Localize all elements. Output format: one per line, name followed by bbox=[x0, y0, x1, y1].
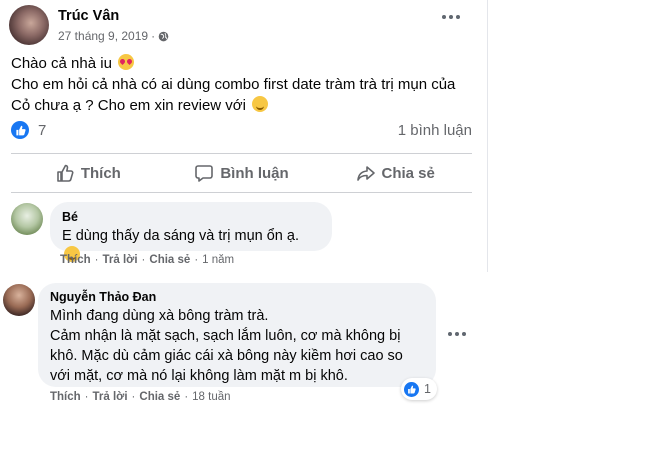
comment-reaction-badge[interactable]: 1 bbox=[401, 378, 437, 400]
heart-eyes-emoji-icon bbox=[118, 54, 135, 70]
separator: · bbox=[94, 254, 99, 266]
comment-button[interactable]: Bình luận bbox=[165, 155, 319, 191]
comment-bubble: Nguyễn Thảo Đan Mình đang dùng xà bông t… bbox=[38, 283, 436, 387]
comment-line: Cảm nhận là mặt sạch, sạch lắm luôn, cơ … bbox=[50, 328, 401, 344]
comment-label: Bình luận bbox=[220, 164, 289, 182]
post-content: Chào cả nhà iu Cho em hỏi cả nhà có ai d… bbox=[11, 53, 481, 116]
globe-icon[interactable] bbox=[158, 31, 169, 42]
meta-separator: · bbox=[151, 29, 156, 43]
divider bbox=[11, 153, 472, 154]
separator: · bbox=[84, 391, 89, 403]
comment-share-link[interactable]: Chia sẻ bbox=[149, 254, 190, 266]
commenter-avatar[interactable] bbox=[11, 203, 43, 235]
separator: · bbox=[194, 254, 199, 266]
reaction-count: 1 bbox=[424, 382, 431, 396]
post-meta: 27 tháng 9, 2019 · bbox=[58, 29, 169, 43]
post-line-3: Cỏ chưa ạ ? Cho em xin review với bbox=[11, 97, 246, 114]
post-stats: 7 1 bình luận bbox=[11, 120, 472, 142]
like-reaction-icon bbox=[404, 381, 419, 397]
comment-actions: Thích · Trả lời · Chia sẻ · 1 năm bbox=[60, 254, 234, 266]
post-line-1: Chào cả nhà iu bbox=[11, 55, 112, 72]
thumbs-up-icon bbox=[57, 164, 74, 182]
share-label: Chia sẻ bbox=[381, 164, 435, 182]
post-card: Trúc Vân 27 tháng 9, 2019 · Chào cả nhà … bbox=[0, 0, 485, 272]
commenter-name[interactable]: Bé bbox=[62, 210, 320, 224]
comment-like-link[interactable]: Thích bbox=[60, 254, 91, 266]
comment-line: Mình đang dùng xà bông tràm trà. bbox=[50, 308, 269, 324]
post-author[interactable]: Trúc Vân bbox=[58, 8, 119, 24]
share-button[interactable]: Chia sẻ bbox=[318, 155, 472, 191]
separator: · bbox=[141, 254, 146, 266]
more-options-icon[interactable] bbox=[442, 15, 460, 19]
comment-icon bbox=[195, 165, 214, 182]
comment-like-link[interactable]: Thích bbox=[50, 391, 81, 403]
like-button[interactable]: Thích bbox=[11, 155, 165, 191]
like-reaction-icon[interactable] bbox=[11, 121, 29, 139]
panel-border bbox=[487, 0, 488, 272]
comment-text: E dùng thấy da sáng và trị mụn ổn ạ. bbox=[62, 228, 299, 244]
share-icon bbox=[356, 166, 375, 181]
separator: · bbox=[184, 391, 189, 403]
divider bbox=[11, 192, 472, 193]
like-count[interactable]: 7 bbox=[38, 122, 46, 139]
post-actions: Thích Bình luận Chia sẻ bbox=[11, 155, 472, 191]
commenter-avatar[interactable] bbox=[3, 284, 35, 316]
comment-count[interactable]: 1 bình luận bbox=[398, 122, 472, 139]
comment-line: khô. Mặc dù cảm giác cái xà bông này kiề… bbox=[50, 348, 403, 364]
like-label: Thích bbox=[80, 164, 121, 182]
comment-text: Mình đang dùng xà bông tràm trà. Cảm nhậ… bbox=[50, 306, 424, 386]
comment-bubble: Bé E dùng thấy da sáng và trị mụn ổn ạ. bbox=[50, 202, 332, 262]
comment-actions: Thích · Trả lời · Chia sẻ · 18 tuần bbox=[50, 391, 231, 403]
author-avatar[interactable] bbox=[9, 5, 49, 45]
more-options-icon[interactable] bbox=[448, 332, 466, 336]
separator: · bbox=[131, 391, 136, 403]
post-line-2: Cho em hỏi cả nhà có ai dùng combo first… bbox=[11, 76, 456, 93]
comment-reply-link[interactable]: Trả lời bbox=[93, 391, 128, 403]
commenter-name[interactable]: Nguyễn Thảo Đan bbox=[50, 290, 424, 304]
comment-time[interactable]: 1 năm bbox=[202, 254, 234, 266]
comment-reply-link[interactable]: Trả lời bbox=[103, 254, 138, 266]
smiling-emoji-icon bbox=[252, 96, 269, 112]
comment-time[interactable]: 18 tuần bbox=[192, 391, 230, 403]
comment-line: với mặt, cơ mà nó lại không làm mặt m bị… bbox=[50, 368, 348, 384]
comment-share-link[interactable]: Chia sẻ bbox=[139, 391, 180, 403]
post-date[interactable]: 27 tháng 9, 2019 bbox=[58, 29, 148, 43]
